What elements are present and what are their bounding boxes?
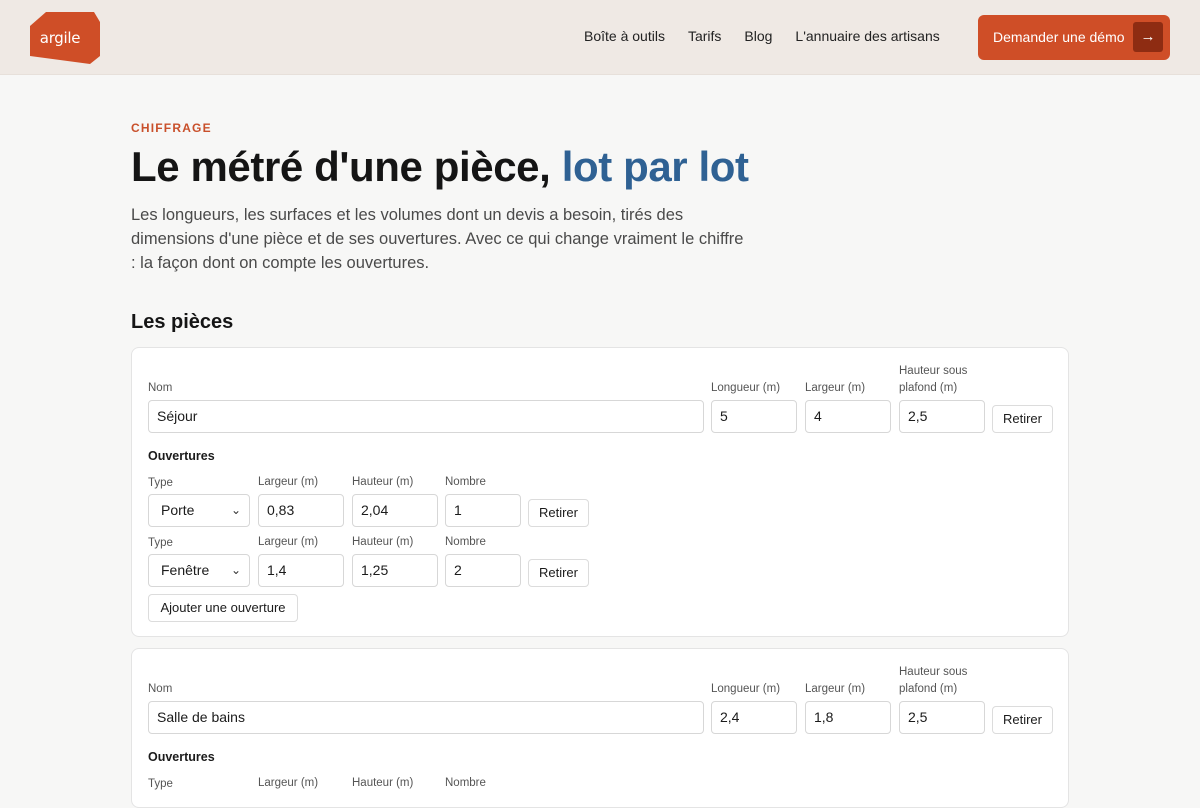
nav-link-blog[interactable]: Blog xyxy=(744,28,772,44)
opening-type-label: Type xyxy=(148,778,173,790)
opening-height-label: Hauteur (m) xyxy=(352,536,414,548)
rooms-section-title: Les pièces xyxy=(131,311,234,333)
page-title-accent: lot par lot xyxy=(561,143,749,190)
top-bar: argile Boîte à outils Tarifs Blog L'annu… xyxy=(0,0,1200,75)
demo-request-button[interactable]: Demander une démo → xyxy=(978,15,1170,60)
opening-height-label: Hauteur (m) xyxy=(352,777,414,789)
opening-type-select[interactable]: Fenêtre ⌄ xyxy=(148,554,250,587)
room-width-input[interactable]: 1,8 xyxy=(805,701,891,734)
main-nav: Boîte à outils Tarifs Blog L'annuaire de… xyxy=(584,28,963,44)
room-name-input[interactable]: Séjour xyxy=(148,400,704,433)
chevron-down-icon: ⌄ xyxy=(230,563,241,577)
opening-height-input[interactable]: 2,04 xyxy=(352,494,438,527)
opening-count-label: Nombre xyxy=(445,476,486,488)
opening-width-label: Largeur (m) xyxy=(258,476,319,488)
logo[interactable]: argile xyxy=(30,12,100,64)
page-title: Le métré d'une pièce, lot par lot xyxy=(131,143,749,191)
room-name-label: Nom xyxy=(148,382,173,394)
opening-type-select[interactable]: Porte ⌄ xyxy=(148,494,250,527)
opening-count-input[interactable]: 1 xyxy=(445,494,521,527)
openings-heading: Ouvertures xyxy=(148,750,215,764)
logo-text: argile xyxy=(39,29,81,47)
room-length-label: Longueur (m) xyxy=(711,683,781,695)
opening-height-label: Hauteur (m) xyxy=(352,476,414,488)
room-width-label: Largeur (m) xyxy=(805,683,866,695)
room-length-input[interactable]: 2,4 xyxy=(711,701,797,734)
room-length-input[interactable]: 5 xyxy=(711,400,797,433)
room-length-label: Longueur (m) xyxy=(711,382,781,394)
opening-width-input[interactable]: 0,83 xyxy=(258,494,344,527)
opening-count-label: Nombre xyxy=(445,777,486,789)
room-card: Nom Salle de bains Longueur (m) 2,4 Larg… xyxy=(131,648,1069,808)
remove-room-button[interactable]: Retirer xyxy=(992,706,1053,734)
eyebrow-label: CHIFFRAGE xyxy=(131,121,212,135)
page-lead: Les longueurs, les surfaces et les volum… xyxy=(131,206,744,272)
chevron-down-icon: ⌄ xyxy=(230,503,241,517)
opening-width-label: Largeur (m) xyxy=(258,536,319,548)
opening-count-label: Nombre xyxy=(445,536,486,548)
room-height-label: Hauteur sous plafond (m) xyxy=(899,666,968,695)
page-title-main: Le métré d'une pièce, xyxy=(131,143,551,190)
room-height-label: Hauteur sous plafond (m) xyxy=(899,365,968,394)
opening-count-input[interactable]: 2 xyxy=(445,554,521,587)
nav-link-boite-a-outils[interactable]: Boîte à outils xyxy=(584,28,665,44)
opening-type-label: Type xyxy=(148,477,173,489)
openings-heading: Ouvertures xyxy=(148,449,215,463)
nav-link-tarifs[interactable]: Tarifs xyxy=(688,28,721,44)
arrow-right-icon: → xyxy=(1133,22,1163,52)
room-card: Nom Séjour Longueur (m) 5 Largeur (m) 4 … xyxy=(131,347,1069,637)
room-height-input[interactable]: 2,5 xyxy=(899,701,985,734)
opening-type-label: Type xyxy=(148,537,173,549)
nav-link-annuaire[interactable]: L'annuaire des artisans xyxy=(795,28,939,44)
opening-height-input[interactable]: 1,25 xyxy=(352,554,438,587)
room-width-input[interactable]: 4 xyxy=(805,400,891,433)
opening-type-value: Porte xyxy=(161,502,195,518)
room-width-label: Largeur (m) xyxy=(805,382,866,394)
remove-opening-button[interactable]: Retirer xyxy=(528,499,589,527)
room-height-input[interactable]: 2,5 xyxy=(899,400,985,433)
remove-opening-button[interactable]: Retirer xyxy=(528,559,589,587)
room-name-input[interactable]: Salle de bains xyxy=(148,701,704,734)
remove-room-button[interactable]: Retirer xyxy=(992,405,1053,433)
add-opening-button[interactable]: Ajouter une ouverture xyxy=(148,594,298,622)
opening-type-value: Fenêtre xyxy=(161,562,210,578)
opening-width-label: Largeur (m) xyxy=(258,777,319,789)
demo-request-label: Demander une démo xyxy=(993,29,1125,45)
room-name-label: Nom xyxy=(148,683,173,695)
opening-width-input[interactable]: 1,4 xyxy=(258,554,344,587)
